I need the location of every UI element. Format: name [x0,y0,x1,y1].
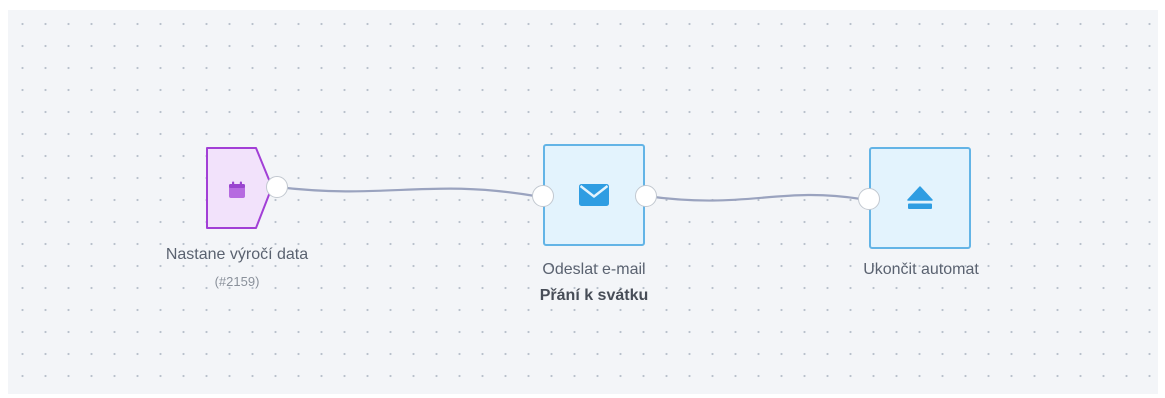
connector-send-to-end [645,193,862,202]
send-email-subtitle: Přání k svátku [539,287,649,304]
end-automation-node[interactable] [869,147,971,249]
calendar-icon [229,181,245,198]
trigger-label: Nastane výročí data [165,246,309,263]
eject-icon [907,186,933,209]
send-email-output-port[interactable] [635,185,657,207]
end-label: Ukončit automat [863,261,979,278]
send-email-input-port[interactable] [532,185,554,207]
workflow-canvas[interactable]: Nastane výročí data (#2159) Odeslat e-ma… [8,10,1158,394]
send-email-label: Odeslat e-mail [542,261,646,278]
trigger-id: (#2159) [214,274,260,289]
end-input-port[interactable] [858,188,880,210]
connector-trigger-to-send [276,185,536,198]
envelope-icon [579,184,609,206]
trigger-output-port[interactable] [266,176,288,198]
send-email-node[interactable] [543,144,645,246]
trigger-node[interactable] [206,147,274,229]
